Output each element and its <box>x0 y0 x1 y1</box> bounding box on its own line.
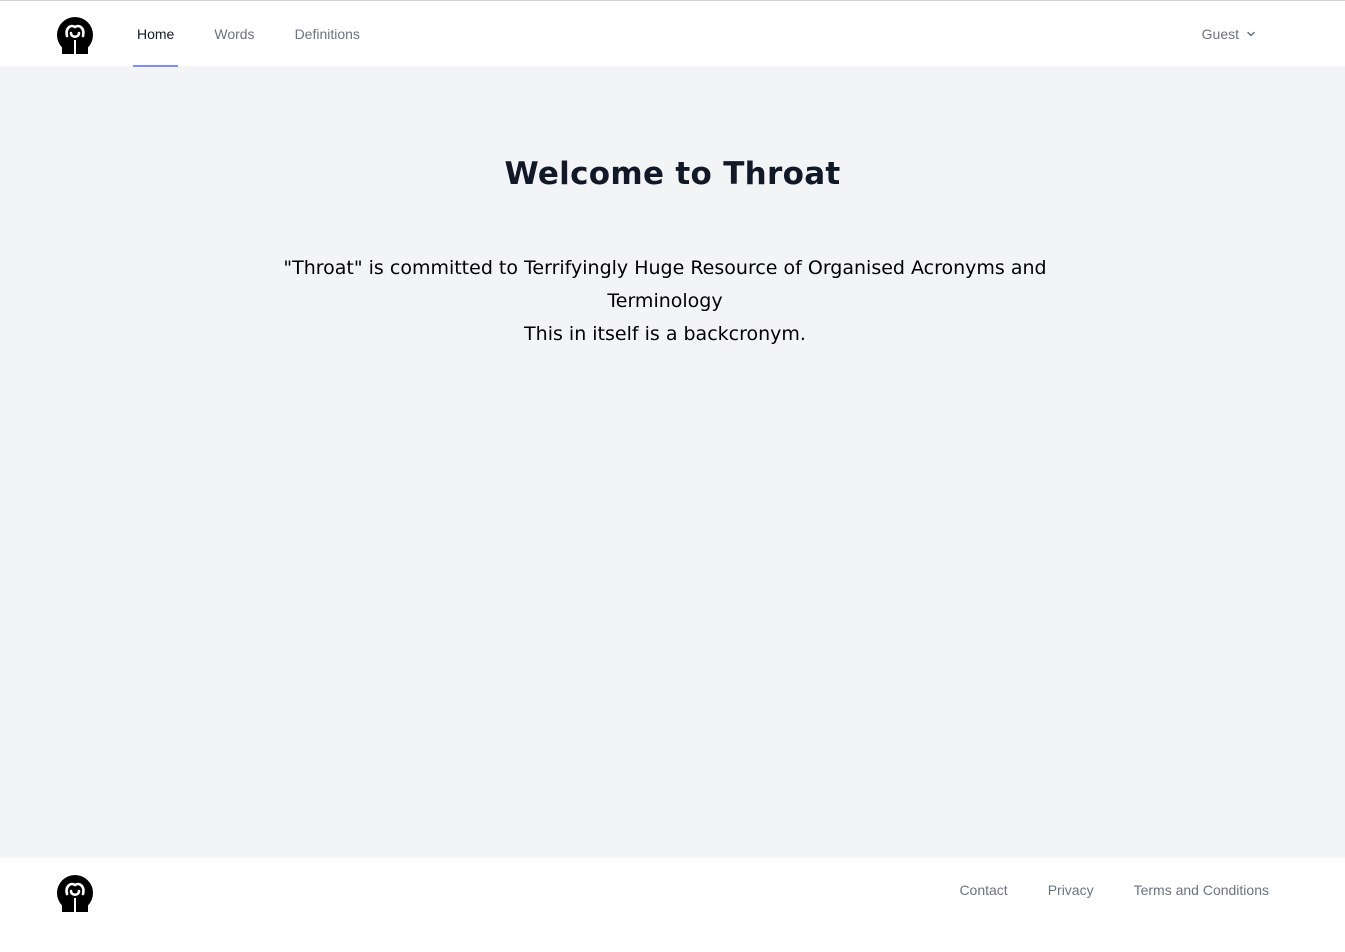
user-menu-label: Guest <box>1201 26 1239 42</box>
intro-line-2: This in itself is a backcronym. <box>524 323 806 345</box>
throat-logo-icon[interactable] <box>56 16 94 54</box>
chevron-down-icon <box>1247 31 1255 37</box>
footer-links: Contact Privacy Terms and Conditions <box>959 882 1269 898</box>
intro-text: "Throat" is committed to Terrifyingly Hu… <box>280 252 1050 351</box>
footer-link-contact[interactable]: Contact <box>959 882 1007 898</box>
throat-logo-icon[interactable] <box>56 874 94 912</box>
main-nav: Home Words Definitions <box>133 1 396 67</box>
footer: Contact Privacy Terms and Conditions <box>0 858 1345 952</box>
top-navigation-bar: Home Words Definitions Guest <box>0 0 1345 67</box>
intro-line-1: "Throat" is committed to Terrifyingly Hu… <box>283 257 1047 312</box>
nav-item-definitions[interactable]: Definitions <box>291 1 364 67</box>
user-menu-button[interactable]: Guest <box>1202 1 1257 67</box>
page: Home Words Definitions Guest Welcome to … <box>0 0 1345 952</box>
nav-item-words[interactable]: Words <box>210 1 258 67</box>
footer-link-terms[interactable]: Terms and Conditions <box>1134 882 1269 898</box>
footer-link-privacy[interactable]: Privacy <box>1048 882 1094 898</box>
nav-item-home[interactable]: Home <box>133 1 179 67</box>
main-content: Welcome to Throat "Throat" is committed … <box>0 66 1345 858</box>
page-title: Welcome to Throat <box>504 156 841 192</box>
